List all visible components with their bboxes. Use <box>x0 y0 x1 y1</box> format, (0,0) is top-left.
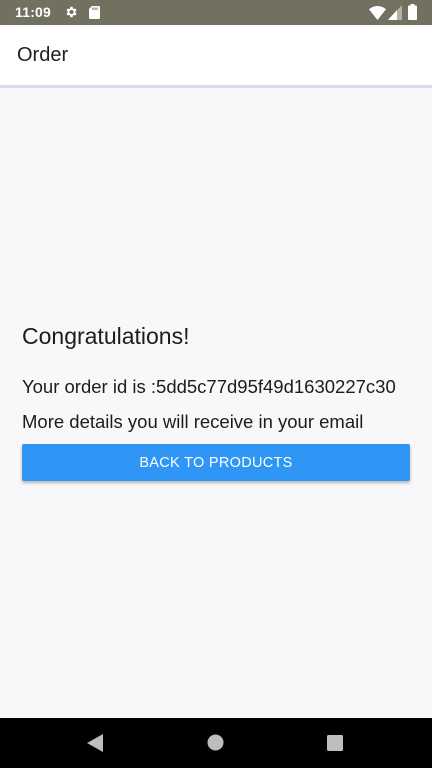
status-bar: 11:09 <box>0 0 432 25</box>
sd-card-icon <box>89 6 100 19</box>
battery-icon <box>408 4 417 20</box>
home-icon[interactable] <box>207 734 224 751</box>
wifi-icon <box>369 6 386 20</box>
settings-gear-icon <box>66 6 77 18</box>
back-to-products-button[interactable]: BACK TO PRODUCTS <box>22 444 410 481</box>
status-time: 11:09 <box>15 4 52 20</box>
system-nav-bar <box>0 718 432 768</box>
congratulations-heading: Congratulations! <box>22 323 190 349</box>
app-bar: Order <box>0 25 432 85</box>
back-icon[interactable] <box>87 734 103 752</box>
back-to-products-label: BACK TO PRODUCTS <box>139 454 293 471</box>
email-details-text: More details you will receive in your em… <box>22 411 364 432</box>
page-title: Order <box>17 44 69 66</box>
order-confirmation: Congratulations! Your order id is :5dd5c… <box>0 88 432 718</box>
order-id-text: Your order id is :5dd5c77d95f49d1630227c… <box>22 376 396 397</box>
cell-signal-icon <box>388 5 402 20</box>
recents-icon[interactable] <box>327 735 343 751</box>
